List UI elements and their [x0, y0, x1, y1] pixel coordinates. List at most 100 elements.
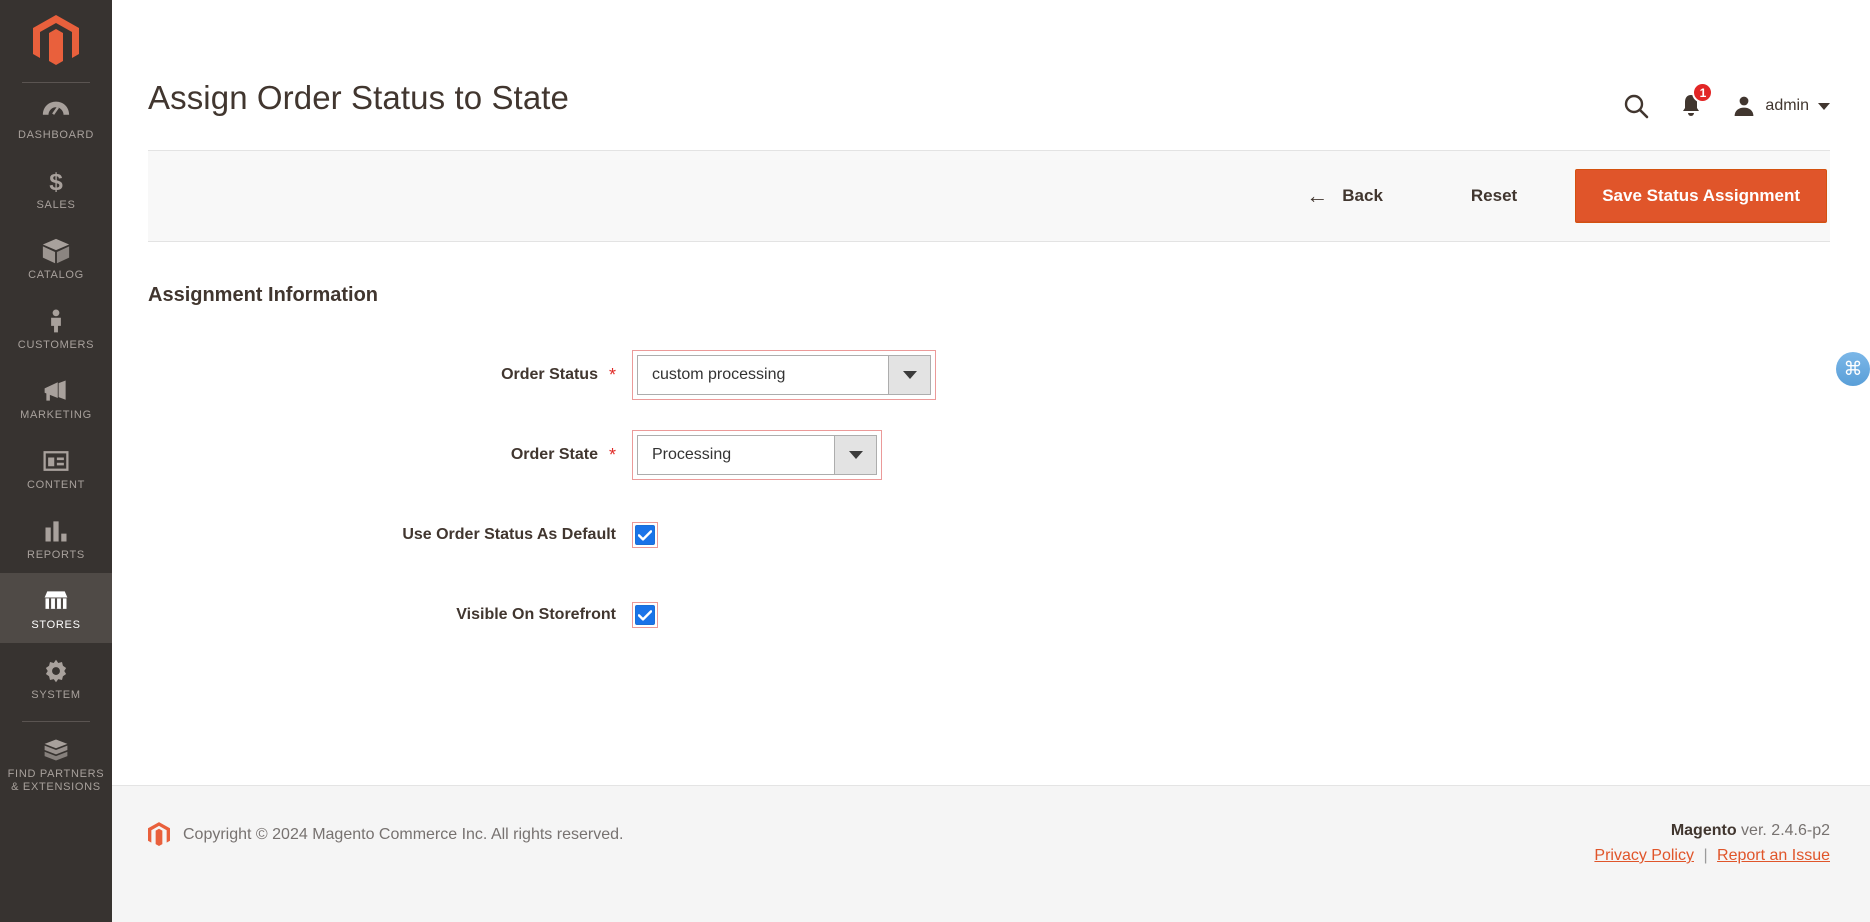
reset-button-label: Reset	[1470, 186, 1518, 205]
sidebar-item-system[interactable]: SYSTEM	[0, 643, 112, 713]
privacy-policy-link[interactable]: Privacy Policy	[1594, 847, 1694, 864]
dashboard-gauge-icon	[2, 96, 110, 126]
megaphone-icon	[44, 380, 66, 401]
admin-page: DASHBOARD $ SALES CATALOG CUSTOMERS MARKETING…	[0, 0, 1870, 922]
back-button-label: Back	[1342, 186, 1383, 205]
back-button[interactable]: ← Back	[1290, 175, 1399, 217]
page-title: Assign Order Status to State	[148, 79, 570, 116]
required-asterisk: *	[608, 365, 616, 385]
footer-link-separator: |	[1703, 847, 1708, 864]
select-validation-wrapper: Processing	[632, 430, 882, 480]
checkbox-validation-wrapper	[632, 602, 658, 628]
admin-user-label: admin	[1765, 97, 1809, 114]
notification-count-badge: 1	[1692, 82, 1714, 103]
gear-icon	[45, 659, 67, 683]
search-glyph	[1625, 94, 1649, 119]
visible-on-storefront-checkbox[interactable]	[635, 605, 655, 625]
form-row: Order Status * custom processing	[112, 335, 1870, 415]
sidebar-item-content[interactable]: CONTENT	[0, 433, 112, 503]
magento-logo[interactable]	[0, 0, 112, 82]
user-avatar-icon	[1735, 96, 1754, 116]
footer-version-block: Magento ver. 2.4.6-p2 Privacy Policy | R…	[1594, 822, 1830, 865]
field-label-cell: Order Status *	[112, 366, 632, 384]
sidebar-item-label: STORES	[31, 619, 81, 631]
form-row: Use Order Status As Default	[112, 495, 1870, 575]
chevron-down-icon[interactable]	[834, 436, 876, 474]
use-order-status-as-default-checkbox[interactable]	[635, 525, 655, 545]
magento-logo-icon	[33, 15, 79, 65]
field-label: Order State	[510, 446, 598, 463]
sidebar-item-label: MARKETING	[20, 409, 92, 421]
sidebar-item-label: FIND PARTNERS & EXTENSIONS	[7, 768, 105, 793]
triangle-glyph	[902, 371, 917, 379]
bar-chart-icon	[45, 521, 67, 542]
page-header: Assign Order Status to State 1 admin	[112, 0, 1870, 120]
select-value: Processing	[638, 436, 834, 474]
notifications-bell-icon[interactable]: 1	[1678, 82, 1714, 120]
sidebar-item-reports[interactable]: REPORTS	[0, 503, 112, 573]
sidebar-item-label: SYSTEM	[31, 689, 81, 701]
storefront-icon	[2, 586, 110, 616]
magento-brand-label: Magento	[1670, 822, 1737, 839]
person-icon	[51, 309, 61, 333]
sidebar-item-label: DASHBOARD	[18, 129, 94, 141]
command-key-icon[interactable]: ⌘	[1836, 352, 1870, 386]
field-label: Visible On Storefront	[456, 606, 616, 623]
save-status-assignment-button[interactable]: Save Status Assignment	[1575, 169, 1827, 223]
chevron-down-icon	[1818, 102, 1830, 110]
magento-footer-logo-icon	[148, 822, 170, 846]
checkmark-icon	[638, 529, 652, 541]
form-row: Order State * Processing	[112, 415, 1870, 495]
chevron-down-icon[interactable]	[888, 356, 930, 394]
layout-icon	[43, 451, 69, 471]
form-row: Visible On Storefront	[112, 575, 1870, 655]
sidebar-item-label: CUSTOMERS	[17, 339, 95, 351]
reset-button[interactable]: Reset	[1455, 176, 1533, 216]
dashboard-gauge-icon	[42, 101, 70, 115]
triangle-glyph	[848, 451, 863, 459]
version-number: ver. 2.4.6-p2	[1736, 822, 1830, 839]
order-state-select[interactable]: Processing	[637, 435, 877, 475]
field-label: Use Order Status As Default	[402, 526, 616, 543]
checkbox-validation-wrapper	[632, 522, 658, 548]
select-value: custom processing	[638, 356, 888, 394]
page-actions-toolbar: ← Back Reset Save Status Assignment	[148, 150, 1830, 242]
footer-links: Privacy Policy | Report an Issue	[1594, 847, 1830, 865]
field-label-cell: Order State *	[112, 446, 632, 464]
report-issue-link[interactable]: Report an Issue	[1717, 847, 1830, 864]
sidebar-item-label: SALES	[36, 199, 76, 211]
sidebar: DASHBOARD $ SALES CATALOG CUSTOMERS MARKETING…	[0, 0, 112, 922]
required-asterisk: *	[608, 445, 616, 465]
gear-icon	[2, 656, 110, 686]
dollar-sign-icon: $	[2, 166, 110, 196]
assignment-form: Order Status * custom processing Order Stat…	[112, 335, 1870, 655]
box-icon	[2, 236, 110, 266]
footer-copyright: Copyright © 2024 Magento Commerce Inc. A…	[148, 822, 623, 847]
sidebar-item-sales[interactable]: $ SALES	[0, 153, 112, 223]
sidebar-item-marketing[interactable]: MARKETING	[0, 363, 112, 433]
sidebar-item-customers[interactable]: CUSTOMERS	[0, 293, 112, 363]
field-label-cell: Use Order Status As Default	[112, 526, 632, 544]
search-icon[interactable]	[1622, 92, 1650, 120]
checkmark-icon	[638, 609, 652, 621]
storefront-icon	[44, 591, 68, 609]
sidebar-item-label: REPORTS	[27, 549, 85, 561]
megaphone-icon	[2, 376, 110, 406]
sidebar-item-find-partners-extensions[interactable]: FIND PARTNERS & EXTENSIONS	[0, 722, 112, 805]
sidebar-item-dashboard[interactable]: DASHBOARD	[0, 83, 112, 153]
puzzle-box-icon	[2, 735, 110, 765]
bar-chart-icon	[2, 516, 110, 546]
copyright-text: Copyright © 2024 Magento Commerce Inc. A…	[183, 825, 624, 843]
back-arrow-icon: ←	[1306, 183, 1329, 208]
puzzle-box-icon	[44, 739, 68, 761]
field-label: Order Status	[501, 366, 598, 383]
version-line: Magento ver. 2.4.6-p2	[1594, 822, 1830, 840]
order-status-select[interactable]: custom processing	[637, 355, 931, 395]
select-validation-wrapper: custom processing	[632, 350, 936, 400]
section-title: Assignment Information	[148, 284, 379, 306]
sidebar-item-label: CONTENT	[26, 479, 86, 491]
sidebar-item-stores[interactable]: STORES	[0, 573, 112, 643]
admin-menu[interactable]: admin	[1732, 94, 1830, 118]
sidebar-item-catalog[interactable]: CATALOG	[0, 223, 112, 293]
